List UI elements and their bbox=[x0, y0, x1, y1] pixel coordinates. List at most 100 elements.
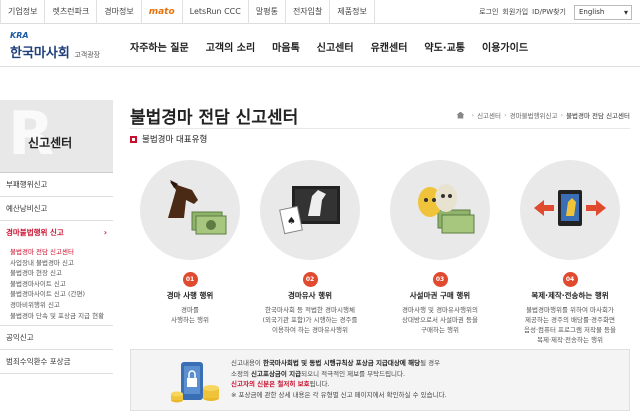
sidebar-title-box: R 신고센터 bbox=[0, 100, 113, 172]
notice-line-3: 신고자의 신분은 철저히 보호됩니다. bbox=[231, 379, 626, 390]
svg-text:♠: ♠ bbox=[287, 216, 296, 227]
nav-faq[interactable]: 자주하는 질문 bbox=[130, 39, 189, 54]
notice-text-part: 될 경우 bbox=[420, 359, 441, 367]
card-title: 경마 사행 행위 bbox=[166, 291, 214, 300]
sidebar-item-illegal-racing[interactable]: 경마불법행위 신고 bbox=[0, 221, 113, 245]
card-desc-line: 복제·제작·전송하는 행위 bbox=[537, 336, 603, 344]
breadcrumb-separator: › bbox=[560, 111, 564, 119]
page-title: 불법경마 전담 신고센터 bbox=[130, 108, 299, 128]
card-title: 복제·제작·전송하는 행위 bbox=[531, 291, 609, 300]
notice-text-part: 소정의 bbox=[231, 369, 252, 378]
reward-notice-box: 신고내용이 한국마사회법 및 동법 시행규칙상 포상금 지급대상에 해당될 경우… bbox=[130, 349, 630, 411]
nav-report-center[interactable]: 신고센터 bbox=[317, 39, 354, 54]
nav-maumtalk[interactable]: 마음톡 bbox=[272, 39, 300, 54]
signup-link[interactable]: 회원가입 bbox=[502, 7, 528, 17]
language-select[interactable]: English bbox=[574, 4, 632, 20]
site-header: KRA 한국마사회 고객광장 자주하는 질문 고객의 소리 마음톡 신고센터 유… bbox=[0, 25, 640, 67]
type-card-4: 04 복제·제작·전송하는 행위 불법경마행위를 위하여 마사회가 제공하는 경… bbox=[510, 160, 630, 345]
top-link-company[interactable]: 기업정보 bbox=[0, 0, 46, 24]
card-title: 경마유사 행위 bbox=[287, 291, 332, 300]
title-divider bbox=[130, 128, 630, 129]
sidebar-submenu: 불법경마 전담 신고센터 사업장내 불법경마 신고 불법경마 현장 신고 불법경… bbox=[0, 245, 113, 327]
card-number-badge: 02 bbox=[302, 272, 318, 287]
type-card-1: 01 경마 사행 행위 경마를 사행하는 행위 bbox=[130, 160, 250, 325]
card-desc-line: 한국마사회 등 적법한 경마시행체 bbox=[265, 306, 355, 314]
notice-text-part: 되오니 적극적인 제보를 부탁드립니다. bbox=[301, 369, 406, 378]
card-description: 경마를 사행하는 행위 bbox=[130, 305, 250, 325]
card-number-badge: 01 bbox=[182, 272, 198, 287]
logo-name: 한국마사회 고객광장 bbox=[10, 42, 100, 61]
sidebar-subitem-dedicated-center[interactable]: 불법경마 전담 신고센터 bbox=[10, 247, 113, 258]
notice-text-bold: 신고포상금이 지급 bbox=[251, 369, 302, 378]
card-desc-line: 이용하여 하는 경마유사행위 bbox=[272, 326, 348, 334]
top-link-horse-info[interactable]: 말평통 bbox=[249, 0, 286, 24]
nav-directions[interactable]: 약도·교통 bbox=[424, 39, 465, 54]
breadcrumb-separator: › bbox=[504, 111, 507, 119]
find-id-pw-link[interactable]: ID/PW찾기 bbox=[532, 7, 566, 17]
section-title-text: 불법경마 대표유형 bbox=[142, 135, 208, 145]
login-link[interactable]: 로그인 bbox=[479, 7, 498, 17]
breadcrumb: › 신고센터 › 경마불법행위신고 › 불법경마 전담 신고센터 bbox=[456, 110, 630, 120]
horse-money-icon bbox=[140, 160, 240, 260]
notice-text-highlight: 신고자의 신분은 철저히 보호 bbox=[231, 380, 310, 388]
card-number-badge: 04 bbox=[562, 272, 578, 287]
nav-voice[interactable]: 고객의 소리 bbox=[206, 39, 255, 54]
card-horse-icon: ♠ bbox=[260, 160, 360, 260]
sidebar-subitem-enforcement[interactable]: 불법경마 단속 및 포상금 지급 현황 bbox=[10, 311, 113, 322]
card-desc-line: 경마를 bbox=[181, 306, 199, 314]
top-link-e-bid[interactable]: 전자입찰 bbox=[286, 0, 331, 24]
notice-text-part: 신고내용이 bbox=[231, 359, 263, 367]
card-desc-line: (외국기관 포함)가 시행하는 경주를 bbox=[262, 316, 358, 324]
logo-abbr: KRA bbox=[10, 31, 29, 40]
notice-text-part: 됩니다. bbox=[309, 380, 330, 388]
site-logo[interactable]: KRA 한국마사회 고객광장 bbox=[6, 31, 116, 63]
square-bullet-icon bbox=[130, 135, 137, 143]
card-desc-line: 상대방으로서 사설마권 등을 bbox=[402, 316, 478, 324]
sidebar-subitem-field[interactable]: 불법경마 현장 신고 bbox=[10, 268, 113, 279]
notice-line-2: 소정의 신고포상금이 지급되오니 적극적인 제보를 부탁드립니다. bbox=[231, 369, 626, 380]
breadcrumb-separator: › bbox=[471, 111, 475, 119]
card-desc-line: 경마사행 및 경마유사행위의 bbox=[402, 306, 478, 314]
tablet-transfer-icon bbox=[520, 160, 620, 260]
sidebar-item-crime-proceeds[interactable]: 범죄수익환수 포상금 bbox=[0, 350, 113, 375]
card-desc-line: 사행하는 행위 bbox=[171, 316, 209, 324]
card-description: 한국마사회 등 적법한 경마시행체 (외국기관 포함)가 시행하는 경주를 이용… bbox=[250, 305, 370, 335]
card-desc-line: 음성·컴퓨터 프로그램 저작물 등을 bbox=[524, 326, 616, 334]
top-link-products[interactable]: 제품정보 bbox=[330, 0, 375, 24]
notice-text-bold: 한국마사회법 및 동법 시행규칙상 포상금 지급대상에 해당 bbox=[262, 359, 421, 367]
logo-subtitle: 고객광장 bbox=[74, 51, 101, 59]
sidebar-menu: 부패행위신고 예산낭비신고 경마불법행위 신고 불법경마 전담 신고센터 사업장… bbox=[0, 172, 113, 375]
top-link-race-info[interactable]: 경마정보 bbox=[97, 0, 142, 24]
sidebar-subitem-site-simple[interactable]: 불법경마사이트 신고 (간편) bbox=[10, 289, 113, 300]
sidebar-subitem-venue[interactable]: 사업장내 불법경마 신고 bbox=[10, 258, 113, 269]
sidebar-title: 신고센터 bbox=[28, 136, 73, 150]
user-utility: 로그인 회원가입 ID/PW찾기 English bbox=[479, 0, 632, 24]
top-link-letsrun-park[interactable]: 렛츠런파크 bbox=[45, 0, 98, 24]
lock-phone-coins-icon bbox=[169, 358, 223, 406]
card-description: 경마사행 및 경마유사행위의 상대방으로서 사설마권 등을 구매하는 행위 bbox=[380, 305, 500, 335]
sidebar-item-corruption[interactable]: 부패행위신고 bbox=[0, 173, 113, 197]
sidebar-subitem-site[interactable]: 불법경마사이트 신고 bbox=[10, 279, 113, 290]
masks-money-icon bbox=[390, 160, 490, 260]
top-link-mato[interactable]: mato bbox=[142, 0, 183, 24]
sidebar-item-public-interest[interactable]: 공익신고 bbox=[0, 326, 113, 351]
card-number-badge: 03 bbox=[432, 272, 448, 287]
nav-guide[interactable]: 이용가이드 bbox=[482, 39, 528, 54]
breadcrumb-item[interactable]: 경마불법행위신고 bbox=[510, 110, 558, 120]
card-description: 불법경마행위를 위하여 마사회가 제공하는 경주의 배당률·경주화면 음성·컴퓨… bbox=[510, 305, 630, 345]
notice-line-1: 신고내용이 한국마사회법 및 동법 시행규칙상 포상금 지급대상에 해당될 경우 bbox=[231, 358, 626, 369]
nav-ucan-center[interactable]: 유캔센터 bbox=[371, 39, 408, 54]
card-title: 사설마권 구매 행위 bbox=[409, 291, 471, 300]
breadcrumb-item[interactable]: 신고센터 bbox=[477, 110, 501, 120]
sidebar-item-budget-waste[interactable]: 예산낭비신고 bbox=[0, 197, 113, 221]
notice-line-4: ※ 포상금에 관한 상세 내용은 각 유형별 신고 페이지에서 확인하실 수 있… bbox=[231, 390, 447, 399]
main-nav: 자주하는 질문 고객의 소리 마음톡 신고센터 유캔센터 약도·교통 이용가이드 bbox=[130, 25, 545, 67]
sidebar: R 신고센터 부패행위신고 예산낭비신고 경마불법행위 신고 불법경마 전담 신… bbox=[0, 100, 113, 417]
home-icon[interactable] bbox=[456, 111, 465, 119]
top-link-letsrun-ccc[interactable]: LetsRun CCC bbox=[183, 0, 249, 24]
sidebar-subitem-misconduct[interactable]: 경마비위행위 신고 bbox=[10, 300, 113, 311]
card-desc-line: 제공하는 경주의 배당률·경주화면 bbox=[525, 316, 615, 324]
card-desc-line: 구매하는 행위 bbox=[421, 326, 459, 334]
type-card-3: 03 사설마권 구매 행위 경마사행 및 경마유사행위의 상대방으로서 사설마권… bbox=[380, 160, 500, 335]
top-utility-bar: 기업정보 렛츠런파크 경마정보 mato LetsRun CCC 말평통 전자입… bbox=[0, 0, 640, 24]
